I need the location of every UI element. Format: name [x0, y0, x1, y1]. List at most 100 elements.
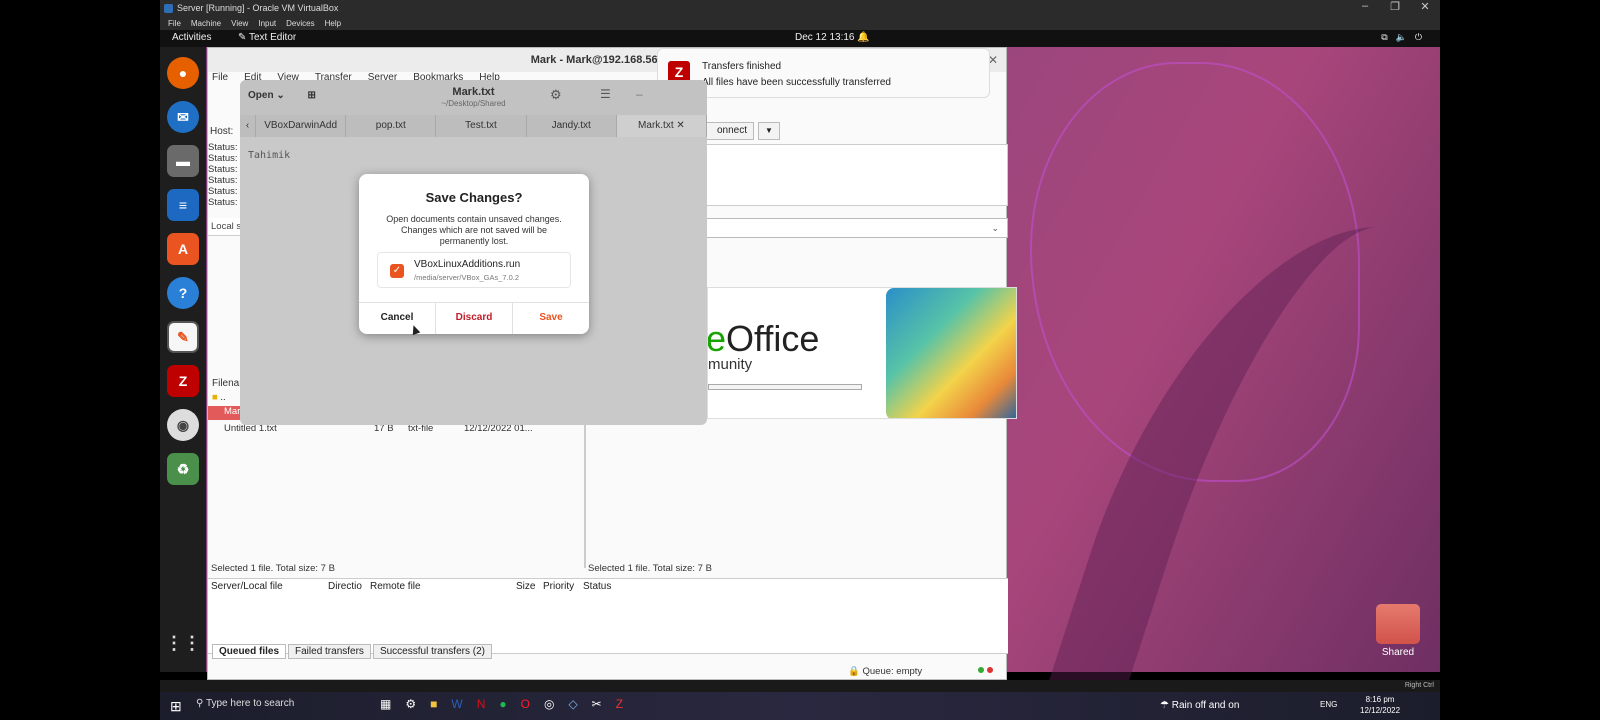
vbox-title-text: Server [Running] - Oracle VM VirtualBox	[177, 3, 339, 13]
editor-text[interactable]: Tahimik	[248, 150, 290, 161]
settings-icon[interactable]: ⚙	[550, 87, 562, 103]
local-selection-status: Selected 1 file. Total size: 7 B	[211, 563, 335, 574]
queue-status-text: Queue: empty	[862, 666, 923, 677]
vbox-menu-machine[interactable]: Machine	[191, 19, 221, 28]
clock[interactable]: Dec 12 13:16 🔔	[795, 32, 870, 43]
queue-col-server[interactable]: Server/Local file	[211, 579, 283, 595]
vbox-titlebar: Server [Running] - Oracle VM VirtualBox	[160, 0, 1440, 16]
time-text: 8:16 pm	[1365, 695, 1395, 704]
queue-col-status[interactable]: Status	[583, 579, 611, 595]
filezilla-icon[interactable]: Z	[167, 365, 199, 397]
notification-body: All files have been successfully transfe…	[702, 77, 891, 88]
queue-col-size[interactable]: Size	[516, 579, 535, 595]
show-apps-icon[interactable]: ⋮⋮	[165, 627, 201, 659]
rain-icon: ☂	[1160, 700, 1169, 711]
unsaved-file-path: /media/server/VBox_GAs_7.0.2	[414, 273, 520, 282]
table-row[interactable]: ■ ..	[212, 392, 226, 403]
text-editor-icon[interactable]: ✎	[167, 321, 199, 353]
minimize-icon[interactable]: –	[1350, 0, 1380, 16]
status-line: Status:	[208, 153, 238, 164]
bell-icon: 🔔	[857, 32, 870, 43]
virtualbox-icon[interactable]: ◇	[568, 697, 577, 711]
windows-taskbar: ⊞ ⚲ Type here to search ▦ ⚙ ■ W N ● O ◎ …	[160, 692, 1440, 720]
queue-col-remote[interactable]: Remote file	[370, 579, 421, 595]
opera-icon[interactable]: O	[521, 697, 530, 711]
optical-disc-icon[interactable]: ◉	[167, 409, 199, 441]
tab-pop[interactable]: pop.txt	[346, 115, 437, 137]
task-view-icon[interactable]: ▦	[380, 697, 391, 711]
vbox-menu-file[interactable]: File	[168, 19, 181, 28]
checkbox-checked-icon[interactable]: ✓	[390, 264, 404, 278]
tab-scroll-left-icon[interactable]: ‹	[240, 115, 256, 137]
save-button[interactable]: Save	[513, 303, 589, 334]
vbox-menu-view[interactable]: View	[231, 19, 248, 28]
fz-menu-file[interactable]: File	[212, 72, 228, 86]
network-icon: ⧉	[1381, 32, 1388, 42]
taskbar-search[interactable]: ⚲ Type here to search	[196, 698, 294, 709]
language-indicator[interactable]: ENG	[1320, 700, 1337, 709]
restore-icon[interactable]: ❐	[1380, 0, 1410, 16]
status-line: Status:	[208, 142, 238, 153]
libreoffice-splash: reOffice munity	[707, 287, 1017, 419]
help-icon[interactable]: ?	[167, 277, 199, 309]
chevron-down-icon[interactable]: ▼	[758, 122, 780, 140]
tab-queued-files[interactable]: Queued files	[212, 644, 287, 659]
close-icon[interactable]: ✕	[1410, 0, 1440, 16]
tab-failed-transfers[interactable]: Failed transfers	[288, 644, 371, 659]
spotify-icon[interactable]: ●	[499, 697, 506, 711]
tab-vboxdarwin[interactable]: VBoxDarwinAdd	[256, 115, 347, 137]
thunderbird-icon[interactable]: ✉	[167, 101, 199, 133]
app-menu-text-editor[interactable]: ✎ Text Editor	[238, 32, 296, 43]
status-line: Status:	[208, 186, 238, 197]
brand-prefix: re	[707, 318, 727, 359]
dock: ● ✉ ▬ ≡ A ? ✎ Z ◉ ♻ ⋮⋮	[160, 47, 206, 672]
activities-button[interactable]: Activities	[172, 32, 211, 43]
weather-widget[interactable]: ☂ Rain off and on	[1160, 700, 1239, 711]
trash-icon[interactable]: ♻	[167, 453, 199, 485]
unsaved-file-item[interactable]: ✓ VBoxLinuxAdditions.run /media/server/V…	[377, 252, 571, 288]
close-tab-icon[interactable]: ✕	[676, 120, 684, 131]
shared-folder-label: Shared	[1381, 647, 1415, 658]
pane-divider[interactable]	[584, 418, 586, 568]
queue-col-priority[interactable]: Priority	[543, 579, 574, 595]
word-icon[interactable]: W	[451, 697, 462, 711]
weather-text: Rain off and on	[1171, 700, 1240, 711]
shared-folder[interactable]: Shared	[1370, 604, 1426, 664]
vbox-menu-help[interactable]: Help	[325, 19, 341, 28]
chrome-icon[interactable]: ◎	[544, 697, 554, 711]
dialog-message: Open documents contain unsaved changes. …	[386, 214, 562, 246]
netflix-icon[interactable]: N	[477, 697, 486, 711]
settings-icon[interactable]: ⚙	[405, 697, 416, 711]
vbox-menu-input[interactable]: Input	[258, 19, 276, 28]
snip-icon[interactable]: ✂	[592, 697, 602, 711]
folder-icon: ■	[212, 392, 218, 403]
taskbar-clock[interactable]: 8:16 pm 12/12/2022	[1360, 694, 1400, 716]
dialog-buttons: Cancel Discard Save	[359, 302, 589, 334]
cancel-button[interactable]: Cancel	[359, 303, 436, 334]
search-placeholder: Type here to search	[205, 698, 295, 709]
remote-site-combo[interactable]: ⌄	[698, 218, 1008, 238]
file-explorer-icon[interactable]: ■	[430, 697, 437, 711]
tab-test[interactable]: Test.txt	[436, 115, 527, 137]
tab-mark[interactable]: Mark.txt ✕	[616, 115, 707, 137]
tab-jandy[interactable]: Jandy.txt	[527, 115, 617, 137]
tab-successful-transfers[interactable]: Successful transfers (2)	[372, 644, 492, 659]
system-tray[interactable]: ⧉ 🔈 ⏻	[1381, 32, 1422, 43]
vbox-menu-devices[interactable]: Devices	[286, 19, 314, 28]
menu-icon[interactable]: ☰	[600, 87, 611, 101]
queue-header: Server/Local file Directio Remote file S…	[208, 578, 1008, 594]
discard-button[interactable]: Discard	[436, 303, 513, 334]
unsaved-file-name: VBoxLinuxAdditions.run	[414, 259, 521, 270]
software-center-icon[interactable]: A	[167, 233, 199, 265]
files-icon[interactable]: ▬	[167, 145, 199, 177]
window-controls: – ❐ ✕	[1350, 0, 1440, 16]
windows-start-icon[interactable]: ⊞	[170, 698, 182, 715]
search-icon: ⚲	[196, 698, 204, 709]
firefox-icon[interactable]: ●	[167, 57, 199, 89]
queue-col-direction[interactable]: Directio	[328, 579, 362, 595]
libreoffice-writer-icon[interactable]: ≡	[167, 189, 199, 221]
filezilla-icon[interactable]: Z	[616, 697, 623, 711]
minimize-icon[interactable]: –	[636, 87, 643, 101]
save-changes-dialog: Save Changes? Open documents contain uns…	[359, 174, 589, 334]
vbox-menubar: File Machine View Input Devices Help	[160, 16, 1440, 30]
